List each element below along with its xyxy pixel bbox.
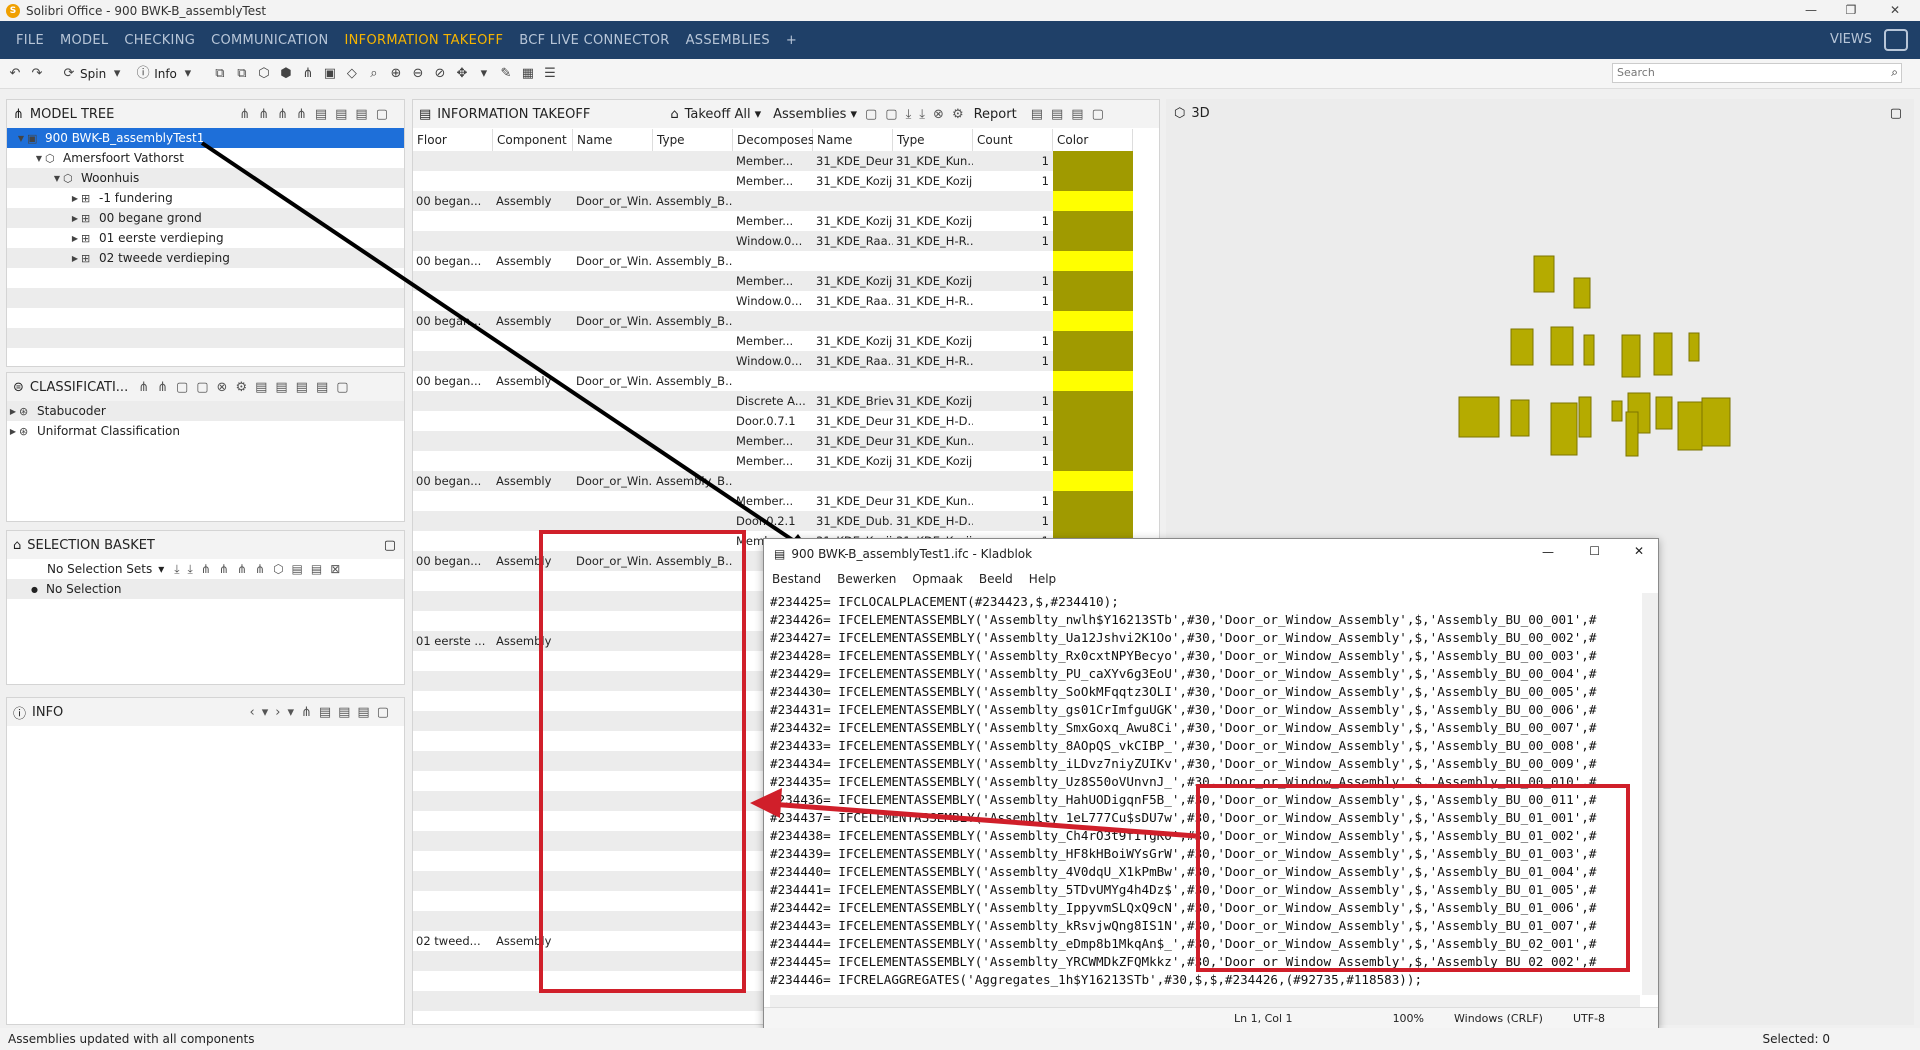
- status-message: Assemblies updated with all components: [8, 1032, 255, 1046]
- red-arrow: [750, 788, 1197, 839]
- selected-count: Selected: 0: [1762, 1032, 1830, 1046]
- app-statusbar: Assemblies updated with all components S…: [0, 1028, 1920, 1050]
